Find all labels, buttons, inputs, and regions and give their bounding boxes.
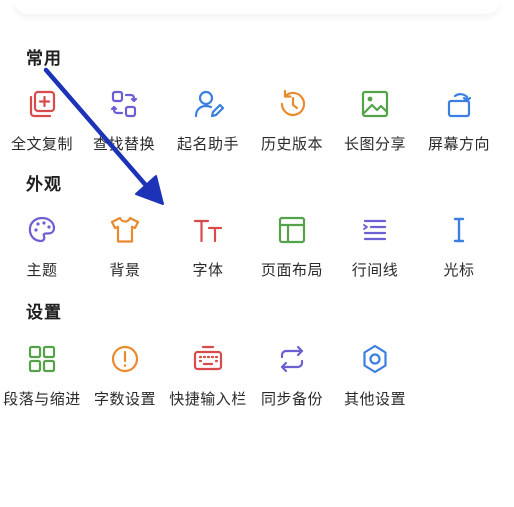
history-icon <box>276 88 308 120</box>
word-count-settings-button[interactable]: 字数设置 <box>83 343 167 409</box>
gear-icon <box>359 343 391 375</box>
line-spacing-button[interactable]: 行间线 <box>333 214 417 280</box>
grid-icon <box>26 343 58 375</box>
font-icon <box>192 214 224 246</box>
long-image-share-button[interactable]: 长图分享 <box>333 88 417 154</box>
page-layout-label: 页面布局 <box>260 261 323 279</box>
palette-icon <box>26 214 58 246</box>
find-replace-button[interactable]: 查找替换 <box>82 88 166 154</box>
other-settings-label: 其他设置 <box>343 390 406 408</box>
line-spacing-icon <box>359 214 391 246</box>
history-version-label: 历史版本 <box>260 135 323 153</box>
quick-input-bar-button[interactable]: 快捷输入栏 <box>166 343 250 409</box>
section-title-appearance: 外观 <box>26 175 62 195</box>
font-button[interactable]: 字体 <box>166 214 250 280</box>
screen-orientation-label: 屏幕方向 <box>427 135 490 153</box>
cursor-button[interactable]: 光标 <box>417 214 501 280</box>
cursor-icon <box>443 214 475 246</box>
word-count-settings-label: 字数设置 <box>93 390 156 408</box>
font-label: 字体 <box>192 261 224 279</box>
user-edit-icon <box>192 88 224 120</box>
copy-all-button[interactable]: 全文复制 <box>0 88 84 154</box>
naming-helper-label: 起名助手 <box>176 135 239 153</box>
keyboard-icon <box>192 343 224 375</box>
background-button[interactable]: 背景 <box>83 214 167 280</box>
find-replace-icon <box>108 88 140 120</box>
panel-top-edge <box>14 0 500 14</box>
find-replace-label: 查找替换 <box>92 135 155 153</box>
theme-button[interactable]: 主题 <box>0 214 84 280</box>
copy-icon <box>26 88 58 120</box>
history-version-button[interactable]: 历史版本 <box>250 88 334 154</box>
layout-icon <box>276 214 308 246</box>
naming-helper-button[interactable]: 起名助手 <box>166 88 250 154</box>
tools-panel: 常用 全文复制 查找替换 起名助手 历史版本 长图分享 屏幕方向 外观 主题 背… <box>0 0 514 507</box>
image-icon <box>359 88 391 120</box>
section-title-settings: 设置 <box>26 303 62 323</box>
paragraph-indent-button[interactable]: 段落与缩进 <box>0 343 84 409</box>
page-layout-button[interactable]: 页面布局 <box>250 214 334 280</box>
sync-backup-button[interactable]: 同步备份 <box>250 343 334 409</box>
theme-label: 主题 <box>26 261 58 279</box>
sync-backup-label: 同步备份 <box>260 390 323 408</box>
rotate-screen-icon <box>443 88 475 120</box>
other-settings-button[interactable]: 其他设置 <box>333 343 417 409</box>
sync-icon <box>276 343 308 375</box>
copy-all-label: 全文复制 <box>10 135 73 153</box>
tshirt-icon <box>109 214 141 246</box>
screen-orientation-button[interactable]: 屏幕方向 <box>417 88 501 154</box>
background-label: 背景 <box>109 261 141 279</box>
section-title-common: 常用 <box>26 49 62 69</box>
quick-input-bar-label: 快捷输入栏 <box>169 390 247 408</box>
paragraph-indent-label: 段落与缩进 <box>3 390 81 408</box>
line-spacing-label: 行间线 <box>351 261 399 279</box>
long-image-share-label: 长图分享 <box>343 135 406 153</box>
alert-circle-icon <box>109 343 141 375</box>
cursor-label: 光标 <box>443 261 475 279</box>
